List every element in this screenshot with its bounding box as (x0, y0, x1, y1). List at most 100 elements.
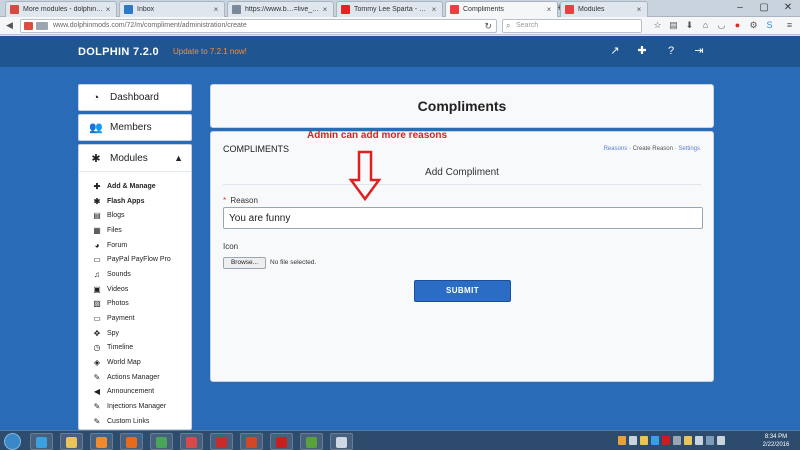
sidebar-item-label: Modules (110, 152, 148, 164)
reload-icon[interactable]: ↻ (484, 20, 492, 32)
sidebar-subitem[interactable]: ✚ Add & Manage (79, 179, 191, 194)
sidebar-subitem[interactable]: ▭ Payment (79, 311, 191, 326)
sidebar-subitem[interactable]: ✎ Custom Links (79, 414, 191, 429)
sidebar-subitem-label: Videos (107, 285, 129, 293)
tab-close-icon[interactable]: × (104, 5, 112, 14)
download-icon[interactable]: ⬇ (684, 20, 695, 31)
sidebar-item-label: Dashboard (110, 92, 159, 103)
chevron-up-icon[interactable]: ▲ (174, 153, 183, 163)
puzzle-icon[interactable]: ✚ (635, 44, 649, 58)
sidebar-subitem[interactable]: ▦ Files (79, 223, 191, 238)
update-link[interactable]: Update to 7.2.1 now! (173, 47, 247, 56)
menu-icon[interactable]: ≡ (784, 20, 795, 31)
film-icon: ▣ (93, 284, 101, 294)
sidebar-subitem[interactable]: ▤ Blogs (79, 208, 191, 223)
sidebar-subitem[interactable]: ✎ Injections Manager (79, 399, 191, 414)
sidebar-subitem-label: World Map (107, 359, 141, 367)
taskbar-app-ie[interactable] (30, 433, 53, 450)
taskbar-app-filezilla[interactable] (210, 433, 233, 450)
picture-icon: ▨ (93, 299, 101, 309)
taskbar-app-chrome[interactable] (150, 433, 173, 450)
pocket-icon[interactable]: ◡ (716, 20, 727, 31)
minimize-icon[interactable]: – (728, 0, 752, 16)
sidebar-subitem[interactable]: ◀ Announcement (79, 385, 191, 400)
sidebar-subitem[interactable]: ▨ Photos (79, 297, 191, 312)
home-icon[interactable]: ⌂ (700, 20, 711, 31)
external-link-icon[interactable]: ↗ (608, 44, 622, 58)
start-button[interactable] (4, 433, 21, 450)
addon-red-icon[interactable]: ● (732, 20, 743, 31)
tab-favicon-icon (10, 5, 19, 14)
taskbar-app-notepad[interactable] (330, 433, 353, 450)
bullhorn-icon: ◀ (93, 387, 101, 397)
sidebar-subitem[interactable]: ✥ Spy (79, 326, 191, 341)
taskbar-app-frog-app[interactable] (300, 433, 323, 450)
browser-tab[interactable]: Tommy Lee Sparta - Mania…× (336, 1, 443, 17)
menu-link-create-reason[interactable]: Create Reason (633, 146, 673, 152)
sidebar-subitem[interactable]: ✎ Actions Manager (79, 370, 191, 385)
browse-button[interactable]: Browse... (223, 257, 266, 269)
sidebar-item-modules[interactable]: ✱ Modules ▲ (79, 145, 191, 172)
sidebar-subitem[interactable]: ◕ Forum (79, 238, 191, 253)
sidebar-subitem[interactable]: ◷ Timeline (79, 341, 191, 356)
browser-tab[interactable]: https://www.b…=live_tracker× (227, 1, 334, 17)
taskbar-app-powerpoint[interactable] (240, 433, 263, 450)
tray-icon[interactable] (662, 436, 670, 445)
sidebar-subitem-label: Actions Manager (107, 373, 160, 381)
tray-icon[interactable] (629, 436, 637, 445)
tab-close-icon[interactable]: × (430, 5, 438, 14)
bookmark-star-icon[interactable]: ☆ (652, 20, 663, 31)
tab-close-icon[interactable]: × (635, 5, 643, 14)
system-clock[interactable]: 8:34 PM 2/22/2016 (756, 433, 796, 449)
taskbar-app-explorer[interactable] (60, 433, 83, 450)
tray-icon[interactable] (684, 436, 692, 445)
reading-list-icon[interactable]: ▤ (668, 20, 679, 31)
maximize-icon[interactable]: ▢ (752, 0, 776, 16)
taskbar-app-media-player[interactable] (90, 433, 113, 450)
tab-close-icon[interactable]: × (321, 5, 329, 14)
taskbar-app-firefox[interactable] (120, 433, 143, 450)
brand-title[interactable]: DOLPHIN 7.2.0 (78, 46, 159, 58)
sidebar-subitem[interactable]: ✱ Flash Apps (79, 194, 191, 209)
sidebar-subitem[interactable]: ▣ Videos (79, 282, 191, 297)
required-mark: * (223, 196, 227, 205)
sidebar-subitem[interactable]: ♫ Sounds (79, 267, 191, 282)
sidebar-subitem-label: Injections Manager (107, 403, 167, 411)
network-icon[interactable] (706, 436, 714, 445)
explorer-icon (66, 437, 77, 448)
skype-icon[interactable]: S (764, 20, 775, 31)
wrench-icon: ✎ (93, 372, 101, 382)
tray-icon[interactable] (651, 436, 659, 445)
menu-link-reasons[interactable]: Reasons (604, 146, 628, 152)
browser-tab[interactable]: Compliments × (445, 1, 558, 17)
taskbar-app-acrobat[interactable] (270, 433, 293, 450)
sidebar-item-dashboard[interactable]: ◔ Dashboard (78, 84, 192, 111)
close-window-icon[interactable]: ✕ (776, 0, 800, 16)
sidebar-subitem-label: Spy (107, 329, 120, 337)
addon-gear-icon[interactable]: ⚙ (748, 20, 759, 31)
logout-icon[interactable]: ⇥ (692, 44, 706, 58)
tray-icon[interactable] (618, 436, 626, 445)
help-icon[interactable]: ? (664, 44, 678, 58)
menu-link-settings[interactable]: Settings (678, 146, 700, 152)
tab-close-icon[interactable]: × (545, 5, 553, 14)
tray-icon[interactable] (695, 436, 703, 445)
sidebar-item-members[interactable]: 👥 Members (78, 114, 192, 141)
chrome-icon (156, 437, 167, 448)
tray-icon[interactable] (673, 436, 681, 445)
taskbar-app-paint[interactable] (180, 433, 203, 450)
browser-tab[interactable]: More modules - dolphinm… × (5, 1, 117, 17)
browser-tab[interactable]: Modules × (560, 1, 648, 17)
submit-button[interactable]: SUBMIT (414, 280, 511, 302)
puzzle-icon: ✱ (91, 152, 101, 165)
sidebar-subitem[interactable]: ▭ PayPal PayFlow Pro (79, 252, 191, 267)
tab-close-icon[interactable]: × (212, 5, 220, 14)
volume-icon[interactable] (717, 436, 725, 445)
sidebar-subitem[interactable]: ◈ World Map (79, 355, 191, 370)
back-icon[interactable]: ◀ (4, 20, 15, 31)
url-bar[interactable]: www.dolphinmods.com/72/m/compliment/admi… (20, 19, 497, 33)
reason-input[interactable] (223, 207, 703, 229)
browser-tab[interactable]: Inbox × (119, 1, 225, 17)
search-input[interactable]: ⌕ Search (502, 19, 642, 33)
tray-icon[interactable] (640, 436, 648, 445)
